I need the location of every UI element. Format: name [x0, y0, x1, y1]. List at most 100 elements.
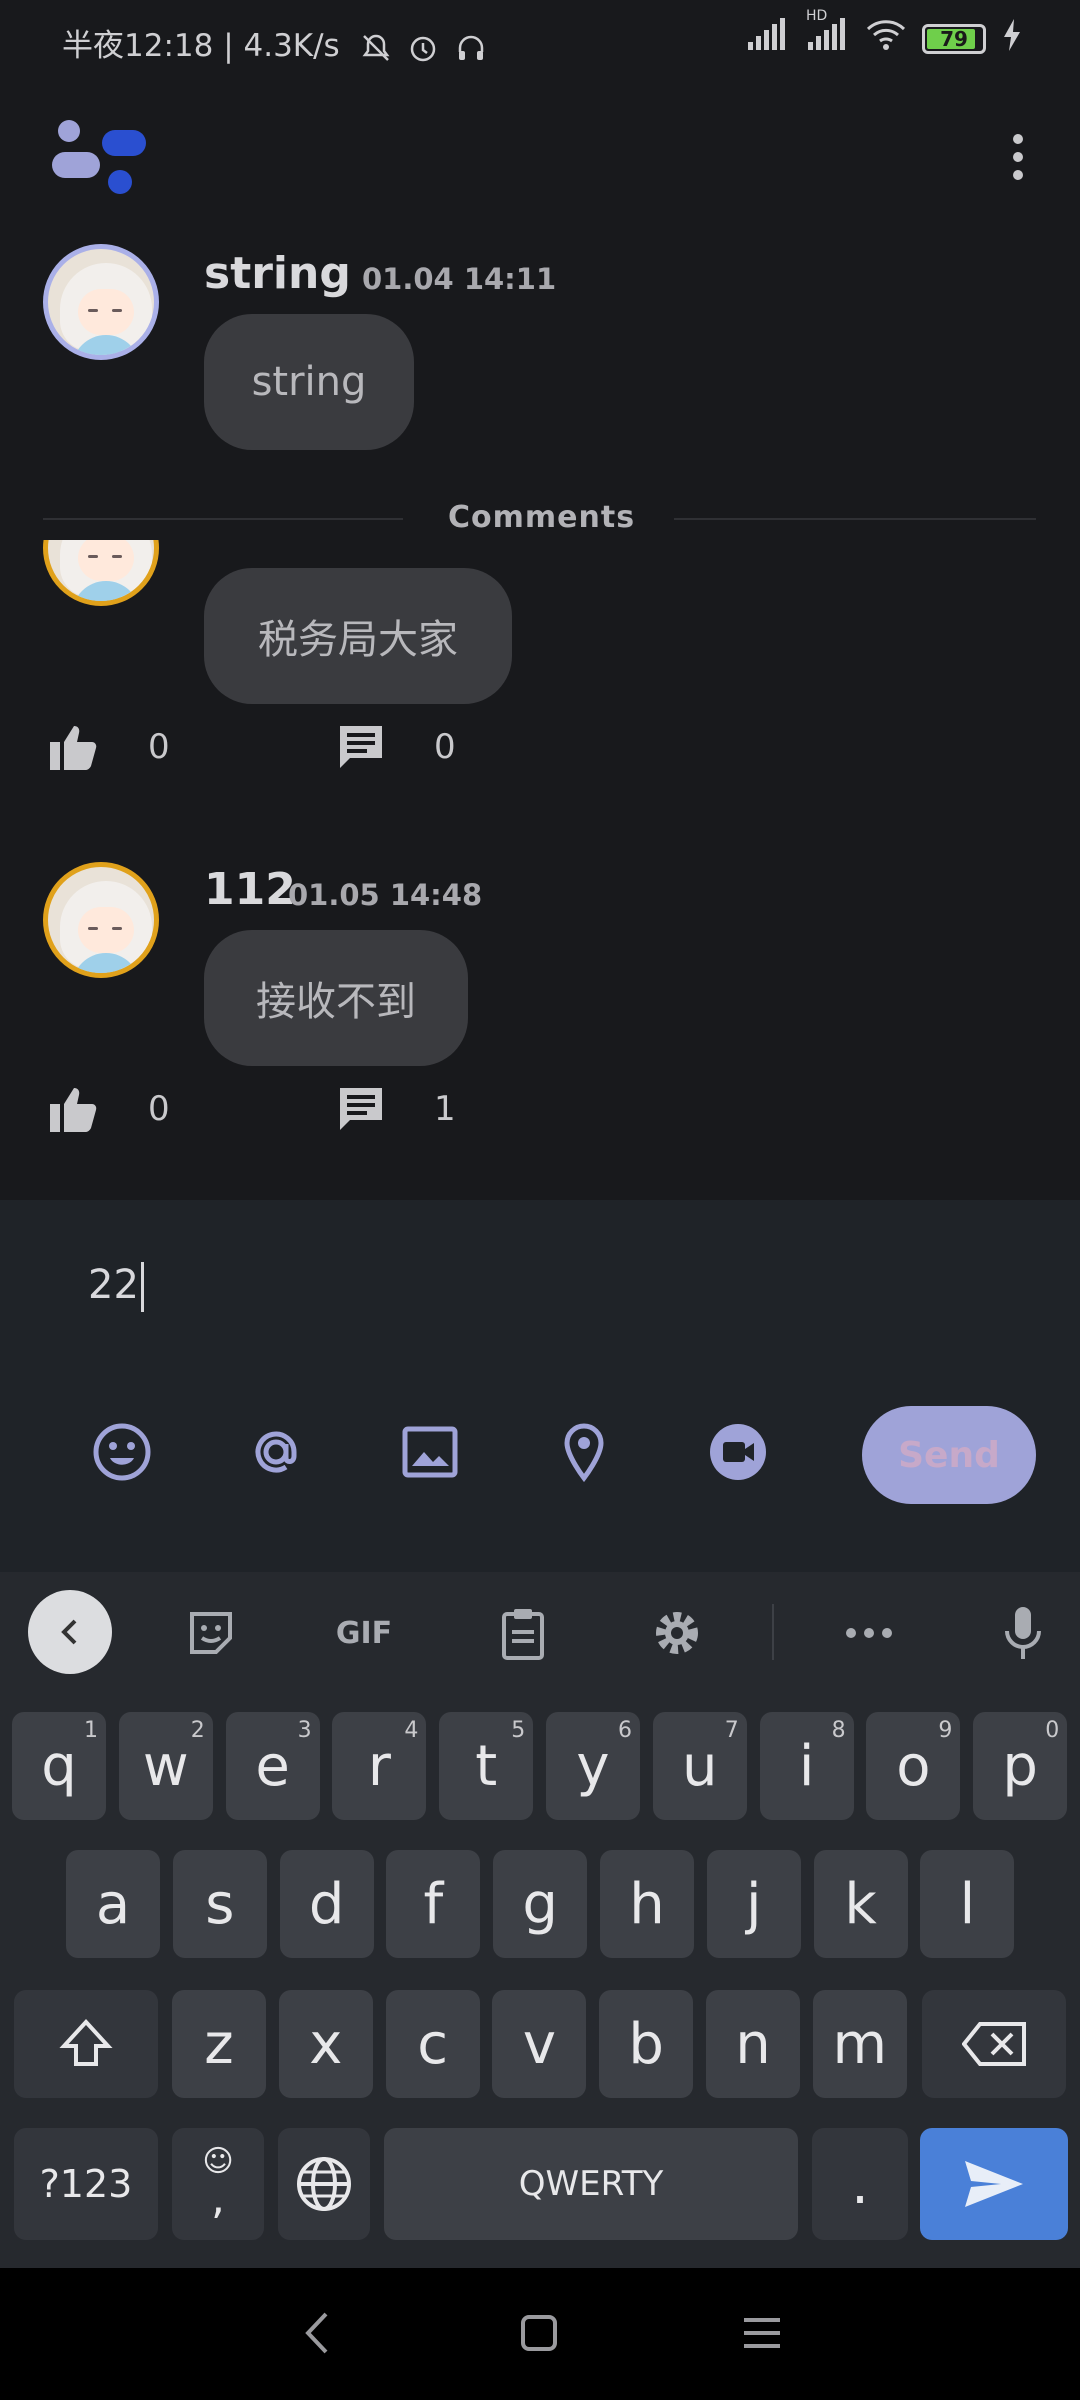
key-t[interactable]: t5: [439, 1712, 534, 1820]
key-x[interactable]: x: [278, 1990, 373, 2098]
shift-key[interactable]: [14, 1990, 158, 2098]
like-action[interactable]: 0: [50, 724, 170, 770]
key-l[interactable]: l: [920, 1850, 1015, 1958]
sticker-icon[interactable]: [178, 1592, 244, 1674]
key-number-hint: 8: [831, 1718, 846, 1743]
text-caret: [140, 1262, 144, 1312]
key-label: c: [417, 2011, 448, 2077]
key-label: n: [735, 2011, 771, 2077]
key-a[interactable]: a: [66, 1850, 160, 1958]
key-y[interactable]: y6: [546, 1712, 640, 1820]
language-key[interactable]: [278, 2128, 370, 2240]
post-time: 01.04 14:11: [362, 262, 557, 296]
key-m[interactable]: m: [812, 1990, 907, 2098]
comment-icon: [340, 726, 382, 768]
avatar[interactable]: [43, 244, 159, 360]
key-number-hint: 1: [84, 1718, 98, 1743]
send-button[interactable]: Send: [862, 1406, 1036, 1504]
signal-hd-icon: HD: [806, 8, 850, 60]
key-h[interactable]: h: [600, 1850, 694, 1958]
more-options-icon[interactable]: [1006, 130, 1030, 184]
key-n[interactable]: n: [706, 1990, 800, 2098]
key-u[interactable]: u7: [652, 1712, 747, 1820]
comment-input[interactable]: 22: [88, 1262, 144, 1312]
divider-right: [674, 518, 1036, 520]
video-icon[interactable]: [708, 1422, 768, 1486]
key-o[interactable]: o9: [866, 1712, 961, 1820]
key-e[interactable]: e3: [225, 1712, 320, 1820]
post-content: string: [204, 314, 414, 450]
key-label: j: [746, 1871, 762, 1937]
key-label: d: [308, 1871, 345, 1937]
symbols-key[interactable]: ?123: [14, 2128, 158, 2240]
key-label: t: [475, 1733, 498, 1799]
comma-key[interactable]: ☺ ,: [172, 2128, 264, 2240]
keyboard-collapse-button[interactable]: [28, 1590, 112, 1674]
shift-icon: [59, 2019, 113, 2066]
comment-composer: [0, 1200, 1080, 1572]
mention-icon[interactable]: [246, 1422, 306, 1486]
back-icon[interactable]: [300, 2310, 334, 2360]
backspace-key[interactable]: [922, 1990, 1066, 2098]
comment-icon: [340, 1088, 382, 1130]
key-number-hint: 7: [724, 1718, 739, 1743]
chevron-left-icon: [61, 1619, 77, 1645]
key-f[interactable]: f: [386, 1850, 481, 1958]
avatar[interactable]: [43, 540, 159, 606]
space-key[interactable]: QWERTY: [384, 2128, 798, 2240]
clipboard-icon[interactable]: [490, 1592, 556, 1674]
comment-content: 接收不到: [204, 930, 468, 1066]
post-author[interactable]: string: [204, 248, 351, 299]
key-label: x: [309, 2011, 343, 2077]
key-w[interactable]: w2: [118, 1712, 213, 1820]
location-icon[interactable]: [554, 1422, 614, 1486]
reply-action[interactable]: 0: [338, 724, 456, 770]
backspace-icon: [962, 2022, 1026, 2066]
comments-heading: Comments: [448, 500, 636, 535]
like-count: 0: [148, 1089, 170, 1129]
avatar[interactable]: [43, 862, 159, 978]
key-p[interactable]: p0: [973, 1712, 1068, 1820]
headset-icon: [455, 28, 487, 64]
signal-icon: [746, 18, 790, 60]
key-g[interactable]: g: [493, 1850, 588, 1958]
comment-list[interactable]: 税务局大家 0 0 112 01.05 14:48 接收不到 0 1: [0, 540, 1080, 1200]
recents-icon[interactable]: [744, 2316, 780, 2354]
key-label: z: [204, 2011, 234, 2077]
key-k[interactable]: k: [813, 1850, 908, 1958]
status-left: 半夜12:18 | 4.3K/s: [62, 20, 487, 65]
key-s[interactable]: s: [172, 1850, 267, 1958]
key-label: w: [142, 1733, 189, 1799]
toolbar-separator: [772, 1604, 774, 1660]
emoji-icon[interactable]: [92, 1422, 152, 1486]
key-label: r: [367, 1733, 391, 1799]
image-icon[interactable]: [400, 1422, 460, 1486]
key-d[interactable]: d: [279, 1850, 374, 1958]
app-logo[interactable]: [52, 116, 152, 200]
like-count: 0: [148, 727, 170, 767]
key-c[interactable]: c: [385, 1990, 480, 2098]
key-label: o: [896, 1733, 931, 1799]
reply-action[interactable]: 1: [338, 1086, 456, 1132]
status-bar: 半夜12:18 | 4.3K/s HD 79: [0, 0, 1080, 84]
key-number-hint: 2: [190, 1718, 205, 1743]
period-key[interactable]: .: [812, 2128, 908, 2240]
comment-author[interactable]: 112: [204, 864, 296, 915]
key-q[interactable]: q1: [12, 1712, 106, 1820]
like-action[interactable]: 0: [50, 1086, 170, 1132]
microphone-icon[interactable]: [990, 1592, 1056, 1674]
key-j[interactable]: j: [706, 1850, 801, 1958]
key-r[interactable]: r4: [332, 1712, 427, 1820]
key-v[interactable]: v: [492, 1990, 587, 2098]
key-label: q: [41, 1733, 77, 1799]
key-number-hint: 9: [938, 1718, 953, 1743]
key-b[interactable]: b: [599, 1990, 694, 2098]
send-arrow-icon: [965, 2161, 1023, 2207]
gif-button[interactable]: GIF: [322, 1592, 406, 1674]
enter-key[interactable]: [920, 2128, 1068, 2240]
home-icon[interactable]: [520, 2314, 558, 2356]
gear-icon[interactable]: [644, 1592, 710, 1674]
key-z[interactable]: z: [172, 1990, 266, 2098]
key-i[interactable]: i8: [759, 1712, 854, 1820]
more-horizontal-icon[interactable]: [836, 1592, 902, 1674]
